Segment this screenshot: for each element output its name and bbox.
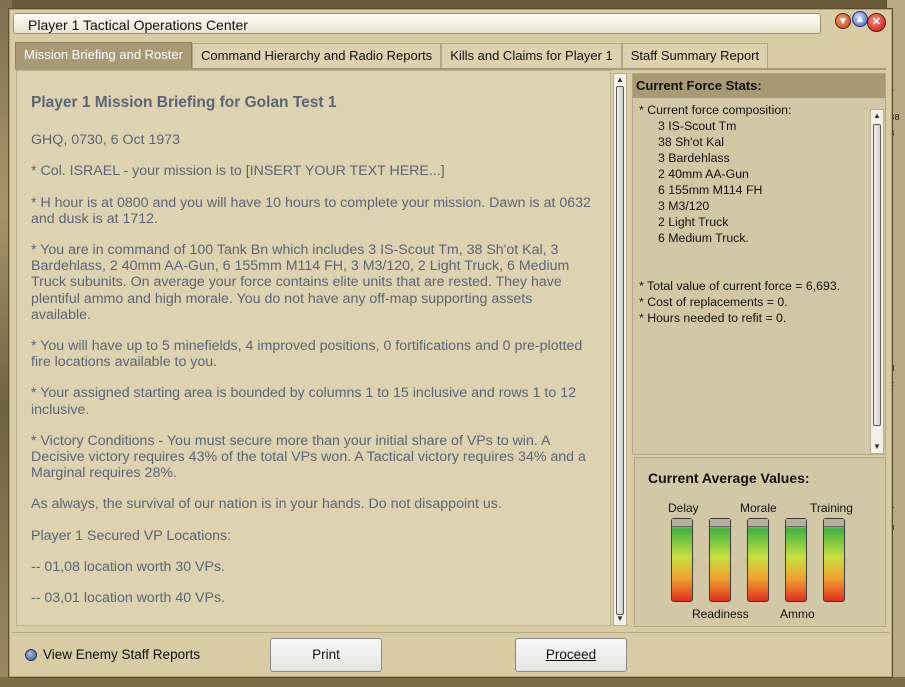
force-total: * Total value of current force = 6,693. [639,279,841,293]
gauge-morale [747,518,769,602]
minimize-icon[interactable]: ▾ [835,13,851,29]
force-stats-header: Current Force Stats: [633,74,885,98]
scroll-down-icon[interactable]: ▼ [615,614,625,624]
briefing-content: Player 1 Mission Briefing for Golan Test… [31,94,596,621]
tab-bar: Mission Briefing and Roster Command Hier… [15,42,769,69]
average-values-title: Current Average Values: [648,470,810,486]
tab-command-hierarchy[interactable]: Command Hierarchy and Radio Reports [191,43,442,68]
gauge-label-training: Training [810,501,853,515]
gauge-label-delay: Delay [668,501,699,515]
tab-kills-and-claims[interactable]: Kills and Claims for Player 1 [441,43,622,68]
gauge-readiness [709,518,731,602]
force-unit: 2 40mm AA-Gun [658,167,749,181]
briefing-panel: Player 1 Mission Briefing for Golan Test… [16,70,611,626]
tab-staff-summary[interactable]: Staff Summary Report [621,43,769,68]
briefing-scroll-thumb[interactable] [616,86,624,615]
briefing-paragraph: * You are in command of 100 Tank Bn whic… [31,242,570,323]
force-stats-scroll-thumb[interactable] [873,124,881,426]
force-unit: 2 Light Truck [658,215,729,229]
gauge-ammo [785,518,807,602]
force-unit: 3 M3/120 [658,199,710,213]
briefing-paragraph: * Your assigned starting area is bounded… [31,385,576,418]
gauge-delay [671,518,693,602]
gauge-label-morale: Morale [740,501,777,515]
tactical-operations-window: Player 1 Tactical Operations Center ▾ ▴ … [8,8,893,678]
briefing-paragraph: Player 1 Secured VP Locations: [31,527,232,544]
window-titlebar[interactable]: Player 1 Tactical Operations Center [13,13,821,34]
briefing-paragraph: * You will have up to 5 minefields, 4 im… [31,338,583,371]
briefing-paragraph: As always, the survival of our nation is… [31,496,502,513]
gauge-training [823,518,845,602]
force-stats-panel: Current Force Stats: * Current force com… [632,73,886,455]
gauge-label-ammo: Ammo [780,607,815,621]
force-total: * Cost of replacements = 0. [639,295,788,309]
force-unit: 38 Sh'ot Kal [658,135,724,149]
briefing-scrollbar[interactable]: ▲ ▼ [613,73,627,626]
briefing-paragraph: * Col. ISRAEL - your mission is to [INSE… [31,163,445,180]
force-unit: 3 IS-Scout Tm [658,119,737,133]
scroll-down-icon[interactable]: ▼ [872,442,882,452]
view-enemy-label[interactable]: View Enemy Staff Reports [43,647,200,662]
briefing-title: Player 1 Mission Briefing for Golan Test… [31,94,337,111]
force-stats-scrollbar[interactable]: ▲ ▼ [870,109,884,454]
tab-mission-briefing[interactable]: Mission Briefing and Roster [15,42,192,69]
view-enemy-radio[interactable] [25,649,37,661]
proceed-button[interactable]: Proceed [515,638,627,672]
scroll-up-icon[interactable]: ▲ [615,75,625,85]
maximize-icon[interactable]: ▴ [852,11,868,27]
briefing-paragraph: -- 01,08 location worth 30 VPs. [31,558,225,575]
window-title: Player 1 Tactical Operations Center [28,17,248,33]
close-icon[interactable]: ✕ [867,13,886,32]
briefing-paragraph: GHQ, 0730, 6 Oct 1973 [31,132,181,149]
force-unit: 3 Bardehlass [658,151,730,165]
briefing-paragraph: -- 03,01 location worth 40 VPs. [31,590,225,607]
force-total: * Hours needed to refit = 0. [639,311,787,325]
force-stats-body: * Current force composition: 3 IS-Scout … [639,102,867,326]
force-unit: 6 Medium Truck. [658,231,749,245]
footer-divider [12,632,889,633]
composition-label: * Current force composition: [639,103,792,117]
print-button[interactable]: Print [270,638,382,672]
briefing-paragraph: * H hour is at 0800 and you will have 10… [31,194,591,227]
briefing-paragraph: * Victory Conditions - You must secure m… [31,432,586,482]
gauge-label-readiness: Readiness [692,607,749,621]
map-background-bottom [0,677,905,687]
force-unit: 6 155mm M114 FH [658,183,763,197]
average-values-panel: Current Average Values: Delay Morale Tra… [634,457,886,627]
scroll-up-icon[interactable]: ▲ [872,111,882,121]
